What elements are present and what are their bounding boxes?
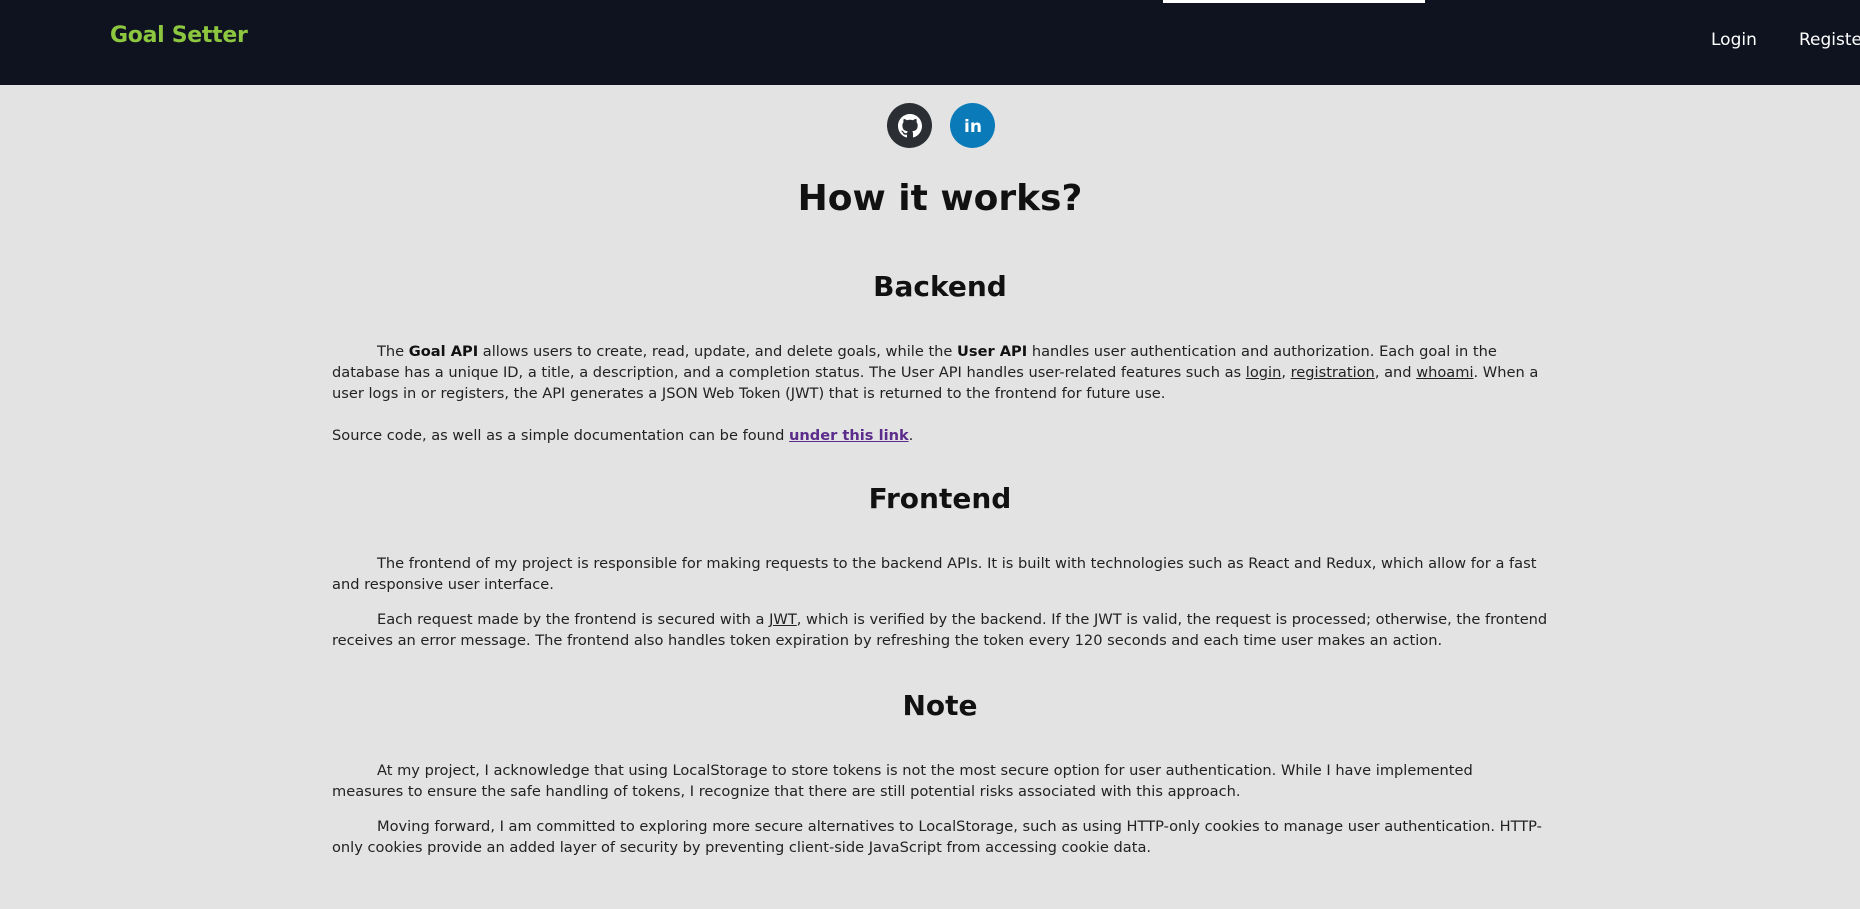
page-title: How it works? [797, 178, 1083, 219]
goal-api-term: Goal API [408, 343, 479, 360]
brand-logo[interactable]: Goal Setter [110, 23, 248, 48]
nav-register-link[interactable]: Registe [1799, 30, 1860, 50]
frontend-heading: Frontend [868, 482, 1012, 515]
note-paragraph-1: At my project, I acknowledge that using … [332, 762, 1473, 800]
jwt-term: JWT [769, 611, 797, 628]
linkedin-link-button[interactable]: in [950, 103, 995, 148]
linkedin-icon-text: in [964, 117, 982, 137]
note-heading: Note [902, 689, 978, 722]
backend-heading: Backend [873, 270, 1007, 303]
note-paragraph-2: Moving forward, I am committed to explor… [332, 818, 1542, 856]
frontend-paragraph-1: The frontend of my project is responsibl… [332, 555, 1537, 593]
source-code-link[interactable]: under this link [789, 427, 909, 444]
nav-login-link[interactable]: Login [1711, 30, 1757, 50]
backend-source-paragraph: Source code, as well as a simple documen… [332, 427, 914, 444]
login-term: login [1245, 364, 1282, 381]
registration-term: registration [1290, 364, 1375, 381]
user-api-term: User API [957, 343, 1028, 360]
github-link-button[interactable] [887, 103, 932, 148]
main-content: How it works? Backend The Goal API allow… [332, 168, 1548, 858]
top-white-strip [1163, 0, 1425, 3]
whoami-term: whoami [1416, 364, 1474, 381]
backend-paragraph-1: The Goal API allows users to create, rea… [332, 343, 1539, 402]
top-navbar: Goal Setter Login Registe [0, 0, 1860, 85]
frontend-paragraph-2: Each request made by the frontend is sec… [332, 611, 1548, 649]
linkedin-icon: in [964, 117, 982, 137]
github-icon [897, 113, 922, 137]
